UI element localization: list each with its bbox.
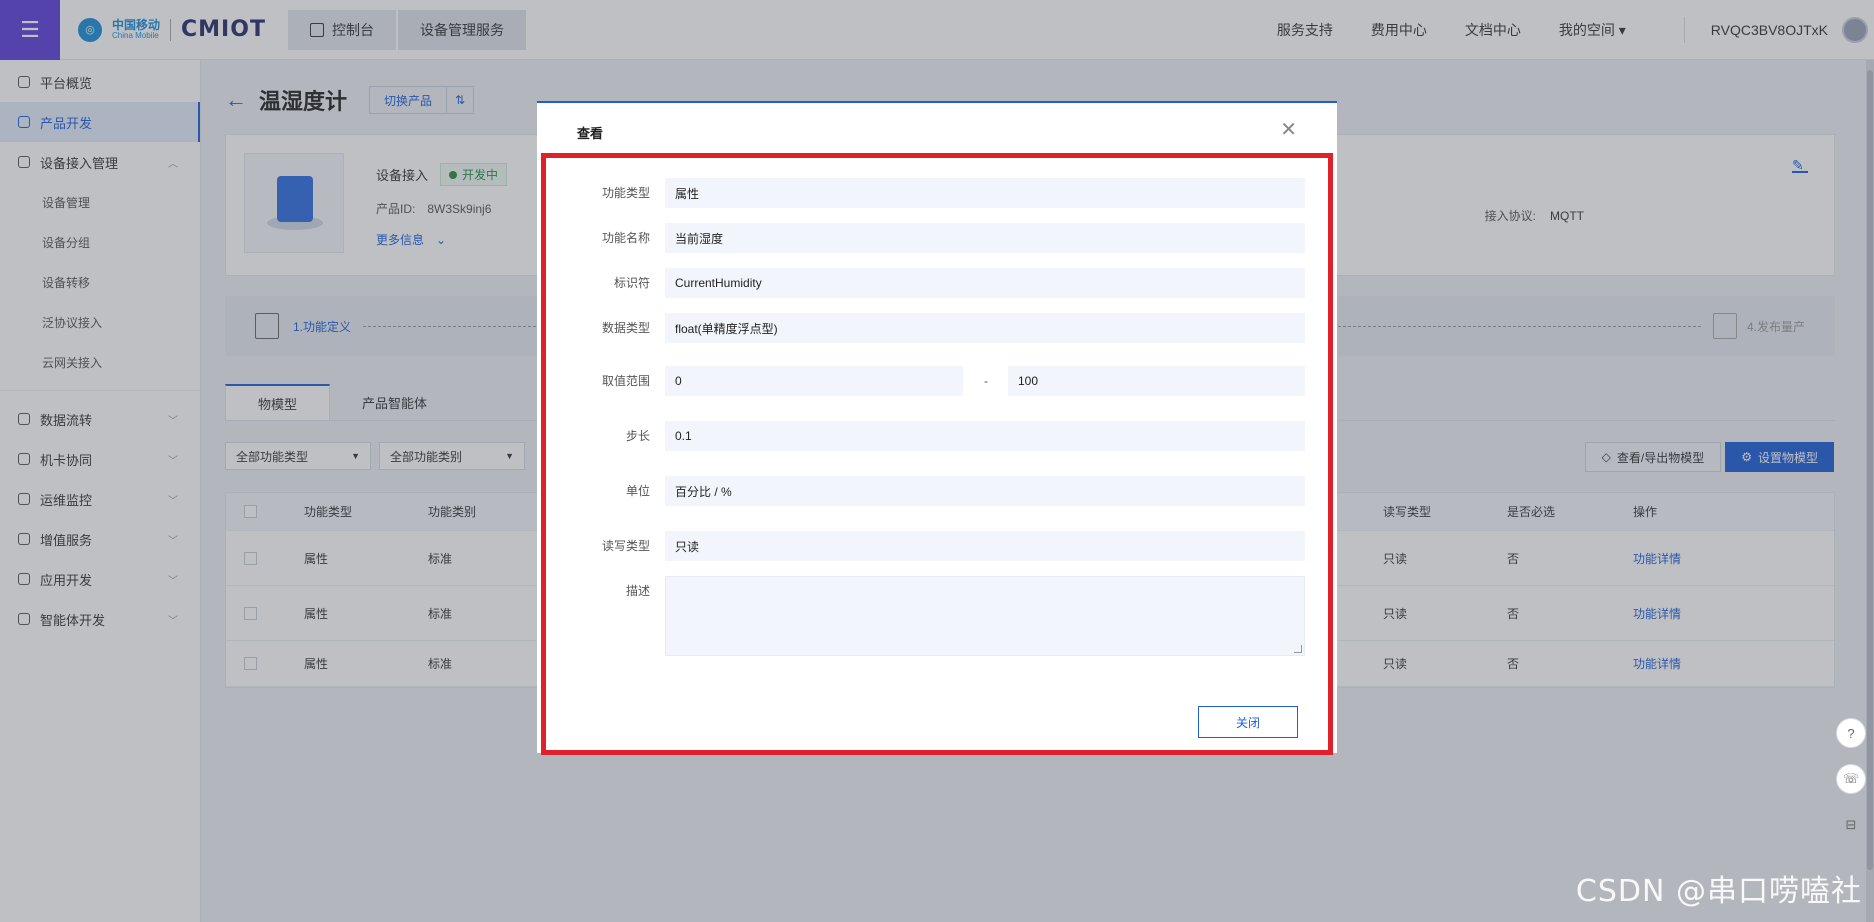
range-separator: -	[984, 374, 988, 388]
unit-value: 百分比 / %	[665, 476, 1305, 506]
field-function-name: 功能名称 当前湿度	[546, 223, 1305, 253]
rw-type-value: 只读	[665, 531, 1305, 561]
collapse-icon[interactable]: ⊟	[1836, 810, 1866, 840]
identifier-value: CurrentHumidity	[665, 268, 1305, 298]
highlight-box: 功能类型 属性 功能名称 当前湿度 标识符 CurrentHumidity 数据…	[541, 153, 1333, 755]
field-description: 描述	[546, 576, 1305, 656]
view-dialog: 查看 ✕ 功能类型 属性 功能名称 当前湿度 标识符 CurrentHumidi…	[537, 101, 1337, 755]
field-label: 标识符	[613, 276, 650, 290]
field-label: 单位	[625, 484, 650, 498]
field-unit: 单位 百分比 / %	[546, 476, 1305, 506]
floating-tools: ? ☏ ⊟	[1836, 718, 1866, 840]
resize-handle-icon[interactable]	[1294, 645, 1302, 653]
step-value: 0.1	[665, 421, 1305, 451]
dialog-title: 查看	[577, 126, 604, 141]
description-textarea[interactable]	[665, 576, 1305, 656]
field-function-type: 功能类型 属性	[546, 178, 1305, 208]
function-name-value: 当前湿度	[665, 223, 1305, 253]
function-type-value: 属性	[665, 178, 1305, 208]
close-button[interactable]: 关闭	[1198, 706, 1298, 738]
close-icon[interactable]: ✕	[1280, 117, 1297, 142]
field-label: 读写类型	[601, 539, 650, 553]
service-icon[interactable]: ☏	[1836, 764, 1866, 794]
field-label: 取值范围	[601, 374, 650, 388]
range-min-value: 0	[665, 366, 963, 396]
field-label: 描述	[625, 584, 650, 598]
field-data-type: 数据类型 float(单精度浮点型)	[546, 313, 1305, 343]
field-label: 功能类型	[601, 186, 650, 200]
field-rw-type: 读写类型 只读	[546, 531, 1305, 561]
data-type-value: float(单精度浮点型)	[665, 313, 1305, 343]
field-label: 步长	[625, 429, 650, 443]
range-max-value: 100	[1008, 366, 1305, 396]
field-step: 步长 0.1	[546, 421, 1305, 451]
help-icon[interactable]: ?	[1836, 718, 1866, 748]
field-identifier: 标识符 CurrentHumidity	[546, 268, 1305, 298]
field-label: 功能名称	[601, 231, 650, 245]
watermark: CSDN @串口唠嗑社	[1575, 874, 1862, 909]
field-label: 数据类型	[601, 321, 650, 335]
field-value-range: 取值范围 0 - 100	[546, 366, 1305, 396]
